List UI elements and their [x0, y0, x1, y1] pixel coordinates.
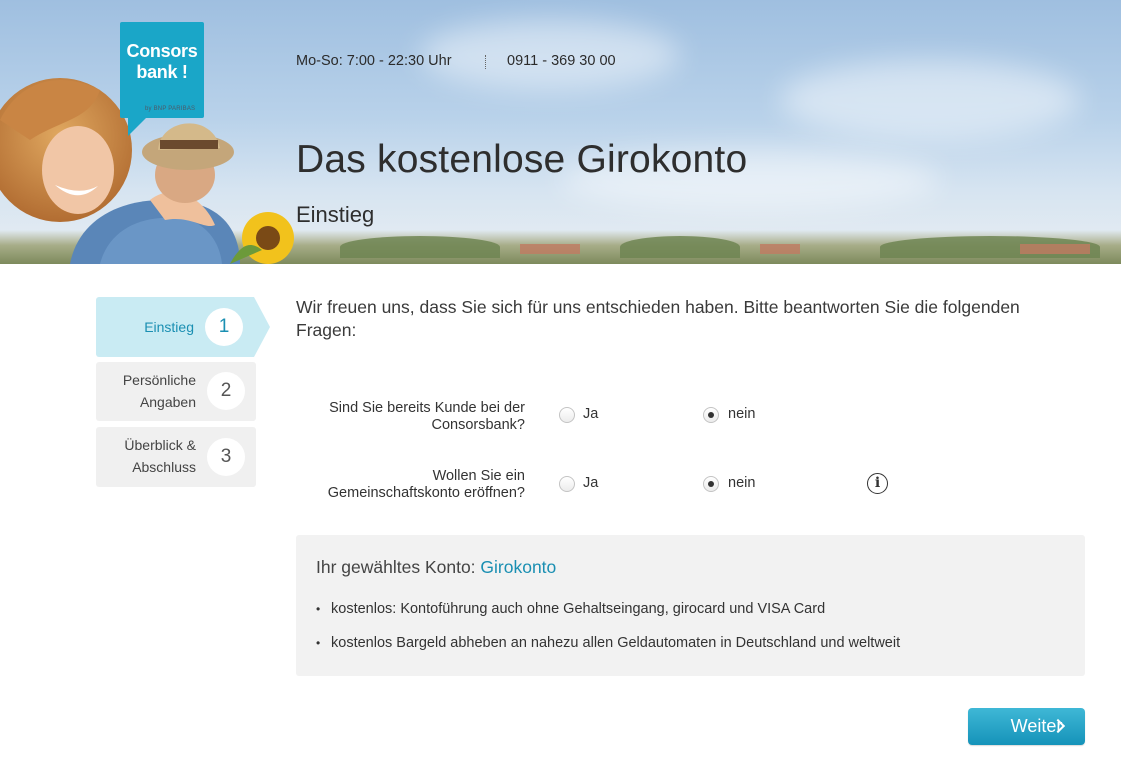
question-label-line-2: Consorsbank?: [431, 417, 526, 433]
step-persoenliche-angaben[interactable]: Persönliche Angaben 2: [96, 362, 256, 421]
header-separator: [485, 55, 486, 69]
step-label: Persönliche Angaben: [123, 369, 196, 413]
question-label-line-2: Gemeinschaftskonto eröffnen?: [327, 485, 525, 501]
radio-existing-customer-nein[interactable]: [703, 407, 719, 423]
selected-account-title: Ihr gewähltes Konto: Girokonto: [316, 557, 556, 578]
step-number: 3: [207, 438, 245, 476]
selected-account-panel: Ihr gewähltes Konto: Girokonto kostenlos…: [296, 535, 1085, 676]
tree-line: [340, 236, 500, 258]
account-feature: kostenlos: Kontoführung auch ohne Gehalt…: [316, 601, 900, 635]
step-label: Einstieg: [144, 319, 194, 335]
account-feature-list: kostenlos: Kontoführung auch ohne Gehalt…: [316, 601, 900, 669]
step-active-arrow: [254, 297, 270, 357]
step-label-line-1: Überblick &: [124, 437, 196, 453]
question-label-line-1: Sind Sie bereits Kunde bei der: [329, 400, 525, 416]
service-phone: 0911 - 369 30 00: [507, 53, 616, 69]
radio-existing-customer-ja[interactable]: [559, 407, 575, 423]
service-hours: Mo-So: 7:00 - 22:30 Uhr: [296, 53, 452, 69]
logo-subtext: by BNP PARIBAS: [145, 106, 196, 112]
step-label-line-2: Abschluss: [132, 459, 196, 475]
step-ueberblick-abschluss[interactable]: Überblick & Abschluss 3: [96, 427, 256, 487]
logo-line-1: Consors: [126, 41, 198, 61]
hero-banner: Consors bank ! by BNP PARIBAS Mo-So: 7:0…: [0, 0, 1121, 264]
question-label-line-1: Wollen Sie ein: [432, 468, 525, 484]
question-existing-customer: Sind Sie bereits Kunde bei der Consorsba…: [295, 400, 525, 434]
radio-label-nein[interactable]: nein: [728, 475, 755, 491]
selected-account-name[interactable]: Girokonto: [480, 557, 556, 577]
page-subtitle: Einstieg: [296, 202, 375, 227]
rooftop: [520, 244, 580, 254]
logo-speech-tail: [128, 118, 146, 136]
account-feature: kostenlos Bargeld abheben an nahezu alle…: [316, 635, 900, 669]
consorsbank-logo[interactable]: Consors bank !: [120, 22, 204, 136]
logo-wordmark: Consors bank !: [120, 41, 204, 83]
weiter-button[interactable]: Weiter: [968, 708, 1085, 745]
step-label: Überblick & Abschluss: [124, 434, 196, 478]
radio-label-nein[interactable]: nein: [728, 406, 755, 422]
step-number: 1: [205, 308, 243, 346]
intro-text: Wir freuen uns, dass Sie sich für uns en…: [296, 297, 1020, 340]
selected-account-prefix: Ihr gewähltes Konto:: [316, 557, 481, 577]
step-number: 2: [207, 372, 245, 410]
step-einstieg[interactable]: Einstieg 1: [96, 297, 270, 357]
radio-label-ja[interactable]: Ja: [583, 475, 598, 491]
radio-joint-account-ja[interactable]: [559, 476, 575, 492]
step-label-line-1: Persönliche: [122, 372, 196, 388]
radio-label-ja[interactable]: Ja: [583, 406, 598, 422]
sky-cloud: [780, 60, 1080, 140]
rooftop: [1020, 244, 1090, 254]
rooftop: [760, 244, 800, 254]
step-label-line-2: Angaben: [139, 394, 196, 410]
logo-line-2: bank !: [136, 62, 188, 82]
radio-joint-account-nein[interactable]: [703, 476, 719, 492]
question-joint-account: Wollen Sie ein Gemeinschaftskonto eröffn…: [295, 468, 525, 502]
page-title: Das kostenlose Girokonto: [296, 138, 748, 181]
tree-line: [620, 236, 740, 258]
info-icon[interactable]: i: [867, 473, 888, 494]
